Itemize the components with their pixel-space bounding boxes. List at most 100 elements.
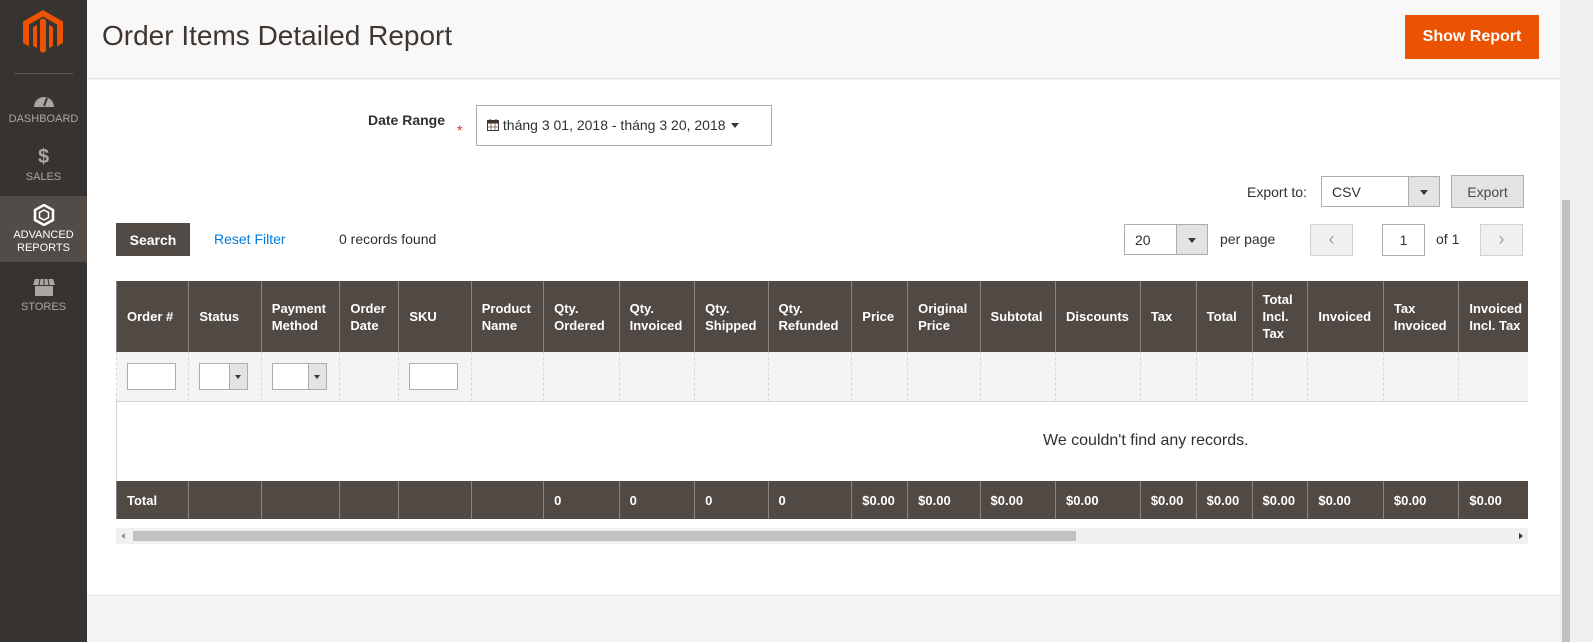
column-header[interactable]: Qty. Refunded <box>767 281 853 352</box>
sidebar-item-advanced-reports[interactable]: ADVANCED REPORTS <box>0 196 87 262</box>
sidebar-item-sales[interactable]: $ SALES <box>0 146 87 188</box>
date-range-picker[interactable]: tháng 3 01, 2018 - tháng 3 20, 2018 <box>476 105 772 146</box>
date-range-value: tháng 3 01, 2018 - tháng 3 20, 2018 <box>502 117 726 133</box>
total-cell <box>339 481 400 519</box>
reset-filter-link[interactable]: Reset Filter <box>214 231 286 247</box>
empty-row: We couldn't find any records. <box>116 401 1528 481</box>
payment-method-filter-select[interactable] <box>271 362 327 390</box>
total-cell <box>260 481 341 519</box>
column-header[interactable]: Original Price <box>907 281 981 352</box>
scrollbar-thumb[interactable] <box>1562 200 1570 642</box>
search-button[interactable]: Search <box>116 223 190 256</box>
sidebar-item-label: ADVANCED REPORTS <box>13 229 74 254</box>
column-header[interactable]: Qty. Ordered <box>543 281 620 352</box>
next-page-button[interactable]: › <box>1480 224 1523 256</box>
filter-cell <box>1382 352 1460 402</box>
chevron-down-icon <box>1408 177 1439 206</box>
order-number-filter-input[interactable] <box>127 362 176 390</box>
export-format-value: CSV <box>1332 184 1361 200</box>
grid-filter-row <box>116 352 1528 402</box>
total-cell: 0 <box>543 481 620 519</box>
column-header[interactable]: Tax <box>1139 281 1197 352</box>
empty-message: We couldn't find any records. <box>116 401 1528 481</box>
scroll-left-icon[interactable] <box>121 533 125 539</box>
total-pages: of 1 <box>1436 231 1460 247</box>
sidebar-item-label: STORES <box>20 301 67 313</box>
magento-logo-icon[interactable] <box>23 10 63 54</box>
total-cell <box>188 481 262 519</box>
column-header[interactable]: Subtotal <box>979 281 1057 352</box>
grid-header-row: Order # Status Payment Method Order Date SKU… <box>116 281 1528 352</box>
column-header[interactable]: Total <box>1195 281 1253 352</box>
column-header[interactable]: Qty. Invoiced <box>618 281 696 352</box>
total-cell: $0.00 <box>1055 481 1141 519</box>
column-header[interactable]: Tax Invoiced <box>1382 281 1460 352</box>
filter-cell <box>543 352 620 402</box>
sku-filter-input[interactable] <box>409 362 459 390</box>
store-icon <box>32 278 55 296</box>
scrollbar-thumb[interactable] <box>133 531 1076 541</box>
per-page-label: per page <box>1220 231 1276 247</box>
filter-cell <box>116 352 190 402</box>
column-header[interactable]: Payment Method <box>260 281 341 352</box>
report-grid: Order # Status Payment Method Order Date SKU… <box>116 281 1528 519</box>
total-cell: $0.00 <box>1251 481 1309 519</box>
total-cell: $0.00 <box>1382 481 1460 519</box>
filter-cell <box>694 352 769 402</box>
per-page-value: 20 <box>1135 232 1151 248</box>
dollar-icon: $ <box>37 146 50 168</box>
filter-cell <box>907 352 981 402</box>
records-count: 0 records found <box>339 231 437 247</box>
speedometer-icon <box>33 97 54 107</box>
export-format-select[interactable]: CSV <box>1321 176 1440 207</box>
column-header[interactable]: Discounts <box>1055 281 1141 352</box>
column-header[interactable]: Product Name <box>470 281 545 352</box>
status-filter-select[interactable] <box>199 362 249 390</box>
horizontal-scrollbar[interactable] <box>116 528 1528 544</box>
total-cell: $0.00 <box>851 481 909 519</box>
sidebar-item-dashboard[interactable]: DASHBOARD <box>0 88 87 130</box>
vertical-scrollbar[interactable] <box>1560 0 1593 642</box>
column-header[interactable]: Invoiced Incl. Tax <box>1458 281 1528 352</box>
column-header[interactable]: Qty. Shipped <box>694 281 769 352</box>
per-page-select[interactable]: 20 <box>1124 224 1208 255</box>
column-header[interactable]: Status <box>188 281 262 352</box>
column-header[interactable]: Price <box>851 281 909 352</box>
total-cell: $0.00 <box>1195 481 1253 519</box>
filter-cell <box>1055 352 1141 402</box>
column-header[interactable]: Total Incl. Tax <box>1251 281 1309 352</box>
chevron-down-icon <box>229 363 248 389</box>
filter-cell <box>188 352 262 402</box>
chevron-down-icon <box>1176 225 1207 254</box>
sidebar-item-stores[interactable]: STORES <box>0 276 87 318</box>
column-header[interactable]: SKU <box>398 281 472 352</box>
sidebar: DASHBOARD $ SALES ADVANCED REPORTS STORE… <box>0 0 87 642</box>
filter-cell <box>260 352 341 402</box>
totals-row: Total 0 0 0 0 $0.00 $0.00 $0.00 $0.00 $0.00 $0.00 $… <box>116 481 1528 519</box>
chevron-down-icon <box>307 363 326 389</box>
page-footer <box>87 595 1560 642</box>
filter-cell <box>1195 352 1253 402</box>
filter-cell <box>398 352 472 402</box>
column-header[interactable]: Invoiced <box>1307 281 1384 352</box>
filter-cell <box>339 352 400 402</box>
total-cell: $0.00 <box>979 481 1057 519</box>
total-cell: $0.00 <box>1139 481 1197 519</box>
show-report-button[interactable]: Show Report <box>1405 15 1539 59</box>
total-cell: Total <box>116 481 190 519</box>
previous-page-button[interactable]: ‹ <box>1310 224 1353 256</box>
chevron-right-icon: › <box>1498 229 1505 249</box>
filter-cell <box>1139 352 1197 402</box>
total-cell: 0 <box>767 481 853 519</box>
scroll-right-icon[interactable] <box>1519 533 1523 539</box>
sidebar-item-label: DASHBOARD <box>8 113 79 125</box>
column-header[interactable]: Order Date <box>339 281 400 352</box>
chevron-left-icon: ‹ <box>1328 229 1335 249</box>
sidebar-item-label: SALES <box>25 171 62 183</box>
total-cell: 0 <box>694 481 769 519</box>
calendar-icon <box>487 119 499 131</box>
column-header[interactable]: Order # <box>116 281 190 352</box>
required-marker: * <box>457 122 463 138</box>
page-number-input[interactable]: 1 <box>1382 224 1425 256</box>
export-button[interactable]: Export <box>1451 175 1524 208</box>
